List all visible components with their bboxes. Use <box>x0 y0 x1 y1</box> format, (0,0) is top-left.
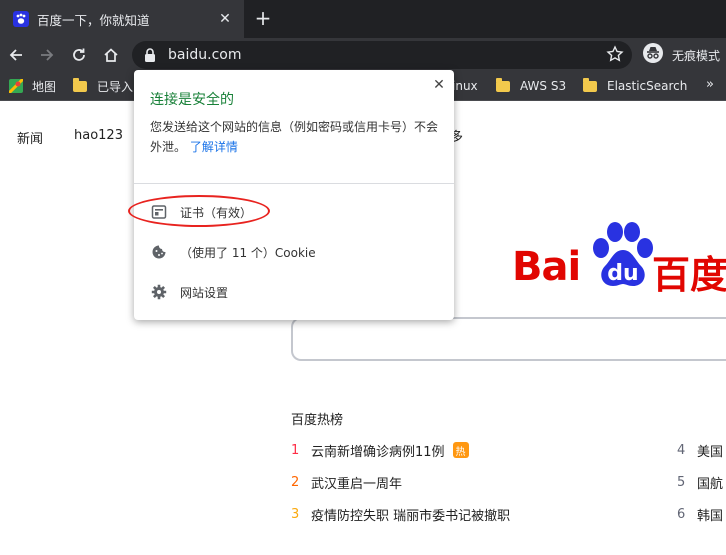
folder-icon <box>583 77 597 92</box>
hot-text: 云南新增确诊病例11例 <box>311 444 445 460</box>
back-icon[interactable] <box>3 42 29 68</box>
hot-rank: 4 <box>677 442 686 458</box>
baidu-logo[interactable]: Bai du 百度 <box>512 220 726 292</box>
hot-badge: 热 <box>452 442 469 458</box>
baidu-paw-icon <box>13 11 29 27</box>
tab-baidu[interactable]: 百度一下，你就知道 ✕ <box>0 0 244 38</box>
toolbar: baidu.com 无痕模式 <box>0 38 726 71</box>
logo-du-text: du <box>607 261 638 286</box>
bookmark-elasticsearch-folder[interactable]: ElasticSearch <box>583 77 687 95</box>
connection-secure-title: 连接是安全的 <box>150 92 234 108</box>
baidu-paw-logo-icon: du <box>593 222 653 286</box>
bookmark-imported-folder[interactable]: 已导入 <box>73 77 133 95</box>
certificate-icon <box>150 203 168 221</box>
hot-rank: 6 <box>677 506 686 522</box>
certificate-item[interactable]: 证书（有效） <box>128 195 270 227</box>
tab-close-icon[interactable]: ✕ <box>214 8 236 30</box>
hot-list-item[interactable]: 6 韩国 <box>677 505 724 524</box>
hot-rank: 5 <box>677 474 686 490</box>
tab-title: 百度一下，你就知道 <box>37 12 150 28</box>
cookies-item[interactable]: （使用了 11 个）Cookie <box>150 242 316 262</box>
cookies-label: （使用了 11 个）Cookie <box>180 245 316 260</box>
learn-more-link[interactable]: 了解详情 <box>190 140 238 154</box>
folder-icon <box>496 77 510 92</box>
bookmark-maps[interactable]: 地图 <box>9 77 56 95</box>
hot-text: 武汉重启一周年 <box>311 476 403 492</box>
hot-list-title: 百度热榜 <box>291 413 344 428</box>
hot-list-item[interactable]: 4 美国 <box>677 441 724 460</box>
bookmark-label: AWS S3 <box>520 79 567 93</box>
bookmark-label: inux <box>452 79 478 93</box>
cookie-icon <box>150 243 168 261</box>
bookmark-label: 已导入 <box>97 79 134 94</box>
logo-chinese-text: 百度 <box>652 253 726 292</box>
maps-icon <box>9 79 23 93</box>
url-text[interactable]: baidu.com <box>168 47 241 63</box>
incognito-label: 无痕模式 <box>672 48 721 63</box>
forward-icon[interactable] <box>34 42 60 68</box>
gear-icon <box>150 283 168 301</box>
new-tab-button[interactable]: + <box>252 8 274 30</box>
search-input[interactable] <box>291 317 726 361</box>
bookmark-label: 地图 <box>32 79 57 94</box>
bookmark-label: ElasticSearch <box>607 79 688 93</box>
more-bookmarks-icon[interactable]: » <box>706 77 714 92</box>
top-link-hao123[interactable]: hao123 <box>74 128 123 143</box>
hot-text: 国航 <box>697 476 724 492</box>
hot-list-item[interactable]: 1 云南新增确诊病例11例 热 <box>291 441 469 460</box>
connection-description: 您发送给这个网站的信息（例如密码或信用卡号）不会外泄。 了解详情 <box>150 117 446 157</box>
lock-icon[interactable] <box>143 47 157 67</box>
site-settings-label: 网站设置 <box>180 285 229 300</box>
bookmark-aws-s3-folder[interactable]: AWS S3 <box>496 77 566 95</box>
hot-text: 疫情防控失职 瑞丽市委书记被撤职 <box>311 508 511 524</box>
popup-divider <box>134 183 454 184</box>
address-bar[interactable]: baidu.com <box>132 41 632 69</box>
logo-latin-text: Bai <box>512 244 581 290</box>
incognito-indicator[interactable]: 无痕模式 <box>642 42 720 68</box>
hot-text: 美国 <box>697 444 724 460</box>
incognito-icon <box>642 42 664 68</box>
top-link-news[interactable]: 新闻 <box>17 128 43 147</box>
hot-list-item[interactable]: 2 武汉重启一周年 <box>291 473 403 492</box>
reload-icon[interactable] <box>66 42 92 68</box>
folder-icon <box>73 77 87 92</box>
tab-strip: 百度一下，你就知道 ✕ + <box>0 0 726 38</box>
home-icon[interactable] <box>98 42 124 68</box>
hot-rank: 2 <box>291 474 300 490</box>
site-security-popup: 连接是安全的 ✕ 您发送给这个网站的信息（例如密码或信用卡号）不会外泄。 了解详… <box>128 70 454 320</box>
bookmark-star-icon[interactable] <box>606 45 624 67</box>
bookmark-linux-folder[interactable]: inux <box>452 77 478 95</box>
site-settings-item[interactable]: 网站设置 <box>150 282 228 302</box>
hot-list-item[interactable]: 3 疫情防控失职 瑞丽市委书记被撤职 <box>291 505 511 524</box>
hot-list-item[interactable]: 5 国航 <box>677 473 724 492</box>
certificate-label: 证书（有效） <box>180 205 253 220</box>
hot-text: 韩国 <box>697 508 724 524</box>
popup-close-icon[interactable]: ✕ <box>430 76 448 94</box>
hot-rank: 3 <box>291 506 300 522</box>
hot-rank: 1 <box>291 442 300 458</box>
